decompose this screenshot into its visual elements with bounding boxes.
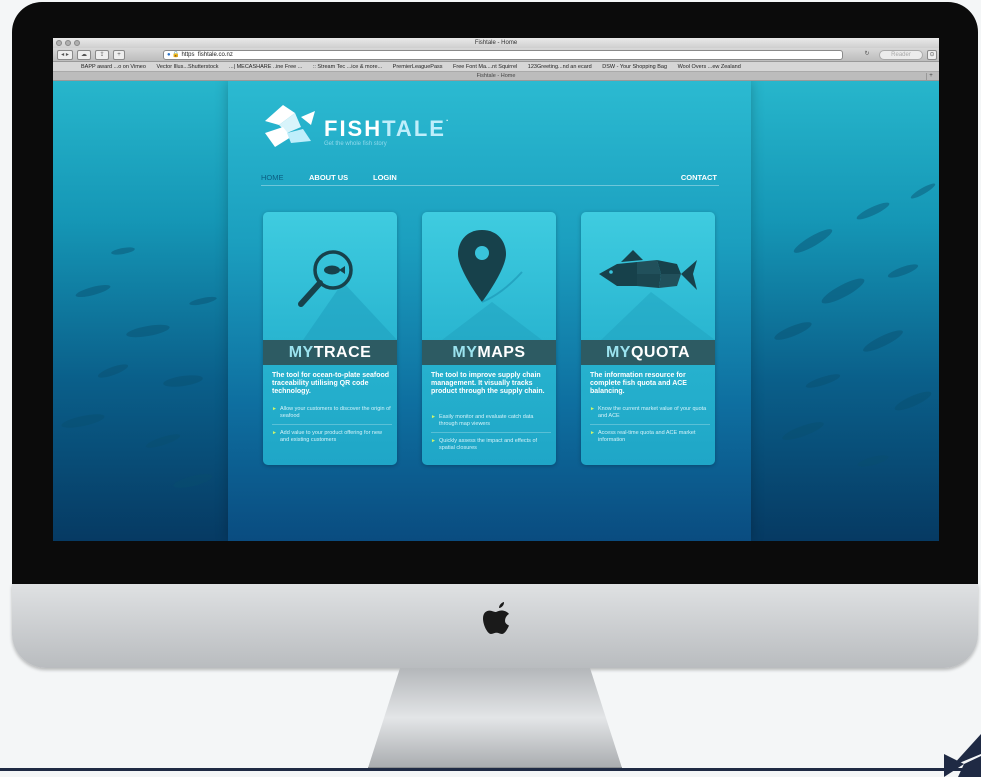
window-controls xyxy=(56,40,80,46)
add-bookmark-button[interactable]: + xyxy=(113,50,125,60)
main-navigation: HOME ABOUT US LOGIN CONTACT xyxy=(261,170,719,186)
mytrace-description: The tool for ocean-to-plate seafood trac… xyxy=(272,372,390,395)
mymaps-title-prefix: MY xyxy=(452,344,478,361)
myquota-bullets: Know the current market value of your qu… xyxy=(590,406,710,453)
page-viewport: FISHTALE· Get the whole fish story HOME … xyxy=(53,81,939,541)
mymaps-description: The tool to improve supply chain managem… xyxy=(431,372,545,395)
list-item: Know the current market value of your qu… xyxy=(590,406,710,425)
mymaps-title-name: MAPS xyxy=(477,344,526,361)
download-icon[interactable]: ⊙ xyxy=(927,50,937,60)
nav-login-link[interactable]: LOGIN xyxy=(373,173,397,182)
nav-contact-link[interactable]: CONTACT xyxy=(681,173,717,182)
magnifier-fish-icon xyxy=(298,250,397,340)
bookmark-item[interactable]: PremierLeaguePass xyxy=(393,64,443,70)
bookmark-item[interactable]: BAPP award ...o on Vimeo xyxy=(81,64,146,70)
brand-mark: · xyxy=(445,116,451,125)
browser-titlebar: Fishtale - Home xyxy=(53,38,939,48)
minimize-window-icon[interactable] xyxy=(65,40,71,46)
nav-about-link[interactable]: ABOUT US xyxy=(309,173,348,182)
corner-brand-icon xyxy=(944,734,981,777)
imac-mockup: Fishtale - Home ◂ ▸ ☁ ⇪ + ● 🔒 https fish… xyxy=(0,0,981,777)
list-item: Easily monitor and evaluate catch data t… xyxy=(431,414,551,433)
bookmark-item[interactable]: Wool Overs ...ew Zealand xyxy=(678,64,741,70)
myquota-title: MYQUOTA xyxy=(581,340,715,365)
zoom-window-icon[interactable] xyxy=(74,40,80,46)
bookmarks-bar: BAPP award ...o on Vimeo Vector Illus...… xyxy=(53,62,939,72)
bookmark-item[interactable]: ...| MECASHARE ..ine Free ... xyxy=(229,64,302,70)
lock-icon: 🔒 xyxy=(172,52,180,58)
brand-tale: TALE xyxy=(382,116,446,141)
imac-stand xyxy=(368,668,622,768)
imac-screen: Fishtale - Home ◂ ▸ ☁ ⇪ + ● 🔒 https fish… xyxy=(53,38,939,541)
new-tab-button[interactable]: + xyxy=(926,73,935,80)
bookmark-item[interactable]: 123Greeting...nd an ecard xyxy=(528,64,592,70)
browser-toolbar: ◂ ▸ ☁ ⇪ + ● 🔒 https fishtale.co.nz ↻ Rea… xyxy=(53,48,939,62)
mymaps-bullets: Easily monitor and evaluate catch data t… xyxy=(431,414,551,461)
floor-line xyxy=(0,768,981,771)
mymaps-title: MYMAPS xyxy=(422,340,556,365)
globe-icon: ● xyxy=(167,52,171,58)
tab-fishtale-home[interactable]: Fishtale - Home xyxy=(477,73,516,79)
myquota-description: The information resource for complete fi… xyxy=(590,372,687,395)
fishtale-logo-icon[interactable] xyxy=(261,103,317,151)
address-text: https fishtale.co.nz xyxy=(181,52,233,58)
list-item: Quickly assess the impact and effects of… xyxy=(431,438,551,456)
mytrace-title-prefix: MY xyxy=(288,344,314,361)
brand-tagline: Get the whole fish story xyxy=(324,141,387,147)
mytrace-card[interactable]: MYTRACE The tool for ocean-to-plate seaf… xyxy=(263,212,397,465)
myquota-card[interactable]: MYQUOTA The information resource for com… xyxy=(581,212,715,465)
list-item: Add value to your product offering for n… xyxy=(272,430,392,448)
mytrace-title-name: TRACE xyxy=(313,344,372,361)
back-forward-button[interactable]: ◂ ▸ xyxy=(57,50,73,60)
list-item: Allow your customers to discover the ori… xyxy=(272,406,392,425)
reload-icon[interactable]: ↻ xyxy=(861,50,873,60)
map-pin-icon xyxy=(442,230,542,340)
mytrace-title: MYTRACE xyxy=(263,340,397,365)
bookmark-item[interactable]: :: Stream Tec ...ice & more... xyxy=(313,64,382,70)
brand-fish: FISH xyxy=(324,116,383,141)
icloud-tabs-button[interactable]: ☁ xyxy=(77,50,91,60)
close-window-icon[interactable] xyxy=(56,40,62,46)
browser-tab-bar: Fishtale - Home + xyxy=(53,72,939,81)
myquota-title-prefix: MY xyxy=(605,344,631,361)
window-title: Fishtale - Home xyxy=(474,40,518,46)
list-item: Access real-time quota and ACE market in… xyxy=(590,430,710,448)
fish-quota-icon xyxy=(599,250,715,340)
address-bar[interactable]: ● 🔒 https fishtale.co.nz xyxy=(163,50,843,60)
reader-button[interactable]: Reader xyxy=(879,50,923,60)
content-panel: FISHTALE· Get the whole fish story HOME … xyxy=(228,81,751,541)
bookmark-item[interactable]: DSW - Your Shopping Bag xyxy=(602,64,667,70)
myquota-title-name: QUOTA xyxy=(630,344,691,361)
mymaps-card[interactable]: MYMAPS The tool to improve supply chain … xyxy=(422,212,556,465)
apple-logo-icon xyxy=(483,602,509,634)
share-button[interactable]: ⇪ xyxy=(95,50,109,60)
nav-home-link[interactable]: HOME xyxy=(261,173,284,182)
brand-wordmark[interactable]: FISHTALE· xyxy=(324,116,451,142)
bookmark-item[interactable]: Free Font Ma....nt Squirrel xyxy=(453,64,517,70)
bookmark-item[interactable]: Vector Illus...Shutterstock xyxy=(156,64,218,70)
mytrace-bullets: Allow your customers to discover the ori… xyxy=(272,406,392,453)
